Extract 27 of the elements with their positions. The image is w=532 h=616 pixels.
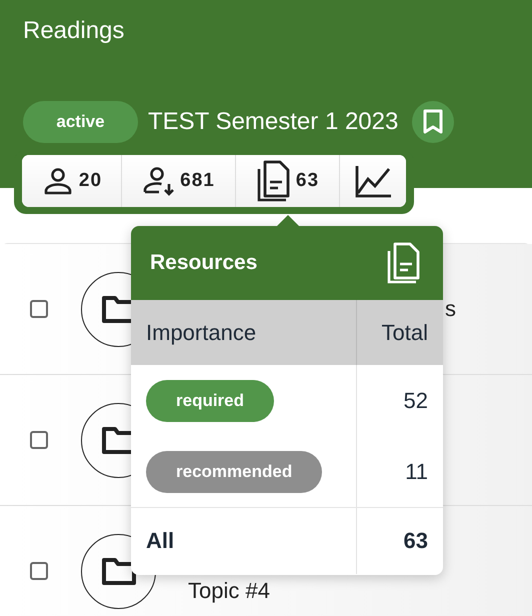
person-arrow-icon bbox=[142, 165, 176, 197]
stat-button[interactable]: 63 bbox=[236, 155, 340, 207]
stat-button[interactable]: 681 bbox=[122, 155, 236, 207]
column-header: Total bbox=[380, 318, 429, 346]
popover-title: Resources bbox=[150, 251, 258, 275]
importance-tag: required bbox=[146, 380, 274, 422]
course-title: TEST Semester 1 2023 bbox=[148, 108, 398, 136]
status-badge: active bbox=[23, 101, 138, 143]
checkbox[interactable] bbox=[30, 300, 48, 318]
bookmark-button[interactable] bbox=[412, 101, 454, 143]
topic-title: s bbox=[445, 296, 456, 322]
line-chart-icon bbox=[353, 163, 393, 199]
bookmark-icon bbox=[422, 109, 444, 135]
total-value: 63 bbox=[404, 528, 428, 554]
column-header: Importance bbox=[131, 300, 357, 365]
total-value: 52 bbox=[404, 388, 428, 414]
total-label: All bbox=[146, 528, 174, 554]
stat-button[interactable]: 20 bbox=[22, 155, 122, 207]
page-title: Readings bbox=[23, 16, 126, 46]
checkbox[interactable] bbox=[30, 562, 48, 580]
importance-tag: recommended bbox=[146, 450, 322, 492]
stat-button[interactable] bbox=[340, 155, 406, 207]
total-value: 11 bbox=[405, 458, 428, 484]
folder-icon bbox=[100, 556, 136, 586]
checkbox[interactable] bbox=[30, 431, 48, 449]
topic-title: Topic #4 bbox=[188, 578, 270, 604]
documents-icon bbox=[256, 159, 292, 203]
